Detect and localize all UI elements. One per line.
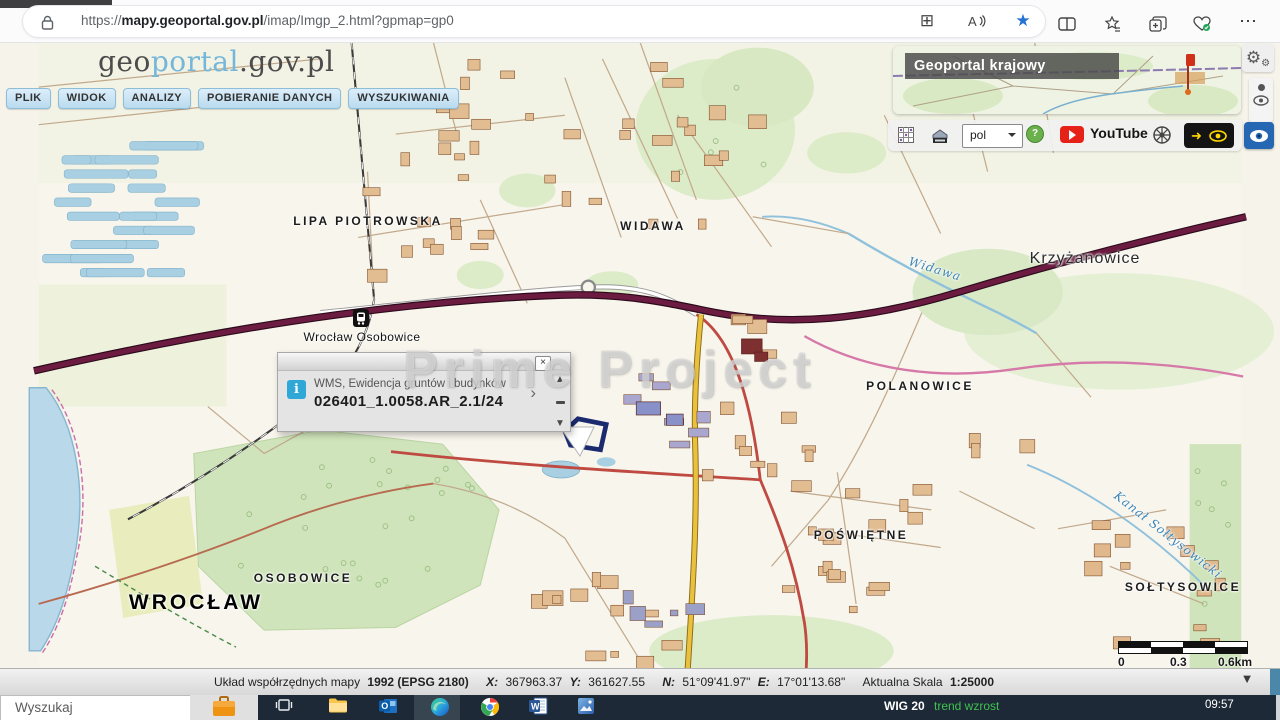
x-value: 367963.37 <box>506 675 563 689</box>
label-lipa-piotrowska: LIPA PIOTROWSKA <box>293 214 443 228</box>
yellow-arrow-icon: ➜ <box>1191 128 1202 144</box>
menu-widok[interactable]: WIDOK <box>58 88 116 109</box>
url-text[interactable]: https://mapy.geoportal.gov.pl/imap/Imgp_… <box>81 13 454 28</box>
menu-analizy[interactable]: ANALIZY <box>123 88 191 109</box>
tab-groups-icon[interactable] <box>1146 12 1170 36</box>
stock-index-name[interactable]: WIG 20 <box>884 699 925 713</box>
menu-plik[interactable]: PLIK <box>6 88 51 109</box>
split-screen-icon[interactable] <box>1055 12 1079 36</box>
crs-label: Układ współrzędnych mapy <box>214 675 360 689</box>
task-view-icon[interactable] <box>272 697 296 720</box>
y-label: Y: <box>570 675 581 689</box>
eye-icon <box>1249 129 1269 143</box>
language-value: pol <box>970 128 986 142</box>
e-value: 17°01'13.68" <box>777 675 845 689</box>
train-station-icon <box>353 309 369 327</box>
scale-label: Aktualna Skala <box>863 675 943 689</box>
e-label: E: <box>758 675 770 689</box>
logo-geo: geo <box>98 45 151 78</box>
outlook-icon[interactable]: O <box>376 697 400 720</box>
youtube-play-icon[interactable] <box>1060 126 1084 143</box>
label-widawa-town: WIDAWA <box>620 219 686 233</box>
status-corner-widget <box>1270 669 1280 696</box>
help-icon[interactable]: ? <box>1026 125 1044 143</box>
map-toolbar: pol ? YouTube ➜ <box>888 120 1242 151</box>
svg-text:W: W <box>531 702 540 712</box>
scale-bar: 0 0.3 0.6km <box>1118 641 1254 668</box>
logo-suffix: .gov.pl <box>239 45 334 78</box>
word-icon[interactable]: W <box>526 697 550 720</box>
menu-wyszukiwania[interactable]: WYSZUKIWANIA <box>348 88 458 109</box>
y-value: 361627.55 <box>588 675 645 689</box>
n-value: 51°09'41.97" <box>682 675 750 689</box>
show-desktop-button[interactable] <box>1276 695 1280 720</box>
label-polanowice: POLANOWICE <box>866 379 974 393</box>
status-text: Układ współrzędnych mapy 1992 (EPSG 2180… <box>214 675 994 689</box>
read-aloud-icon[interactable]: A <box>965 9 989 33</box>
lock-icon[interactable] <box>35 10 59 34</box>
yellow-eye-icon <box>1209 130 1227 142</box>
svg-text:O: O <box>381 701 388 711</box>
watermark: Prime Project <box>403 340 816 400</box>
map-composition-title[interactable]: Geoportal krajowy <box>905 53 1119 79</box>
url-host: mapy.geoportal.gov.pl <box>122 13 264 28</box>
scroll-thumb[interactable] <box>556 401 565 404</box>
info-icon: i <box>287 380 306 399</box>
url-scheme: https:// <box>81 13 122 28</box>
search-placeholder: Wyszukaj <box>15 700 73 715</box>
photos-icon[interactable] <box>574 697 598 720</box>
visibility-eye-button[interactable] <box>1244 122 1274 149</box>
label-osobowice: OSOBOWICE <box>254 571 353 585</box>
map-status-bar: Układ współrzędnych mapy 1992 (EPSG 2180… <box>0 668 1280 696</box>
scroll-down-icon[interactable]: ▼ <box>555 419 565 429</box>
windows-taskbar: Wyszukaj O W WIG 20 trend wzrost 09:57 <box>0 695 1280 720</box>
browser-more-icon[interactable]: ⋯ <box>1236 9 1260 33</box>
side-mini-toolbar <box>1249 78 1273 122</box>
edge-browser-icon[interactable] <box>428 697 452 720</box>
main-menu: PLIK WIDOK ANALIZY POBIERANIE DANYCH WYS… <box>6 88 459 109</box>
svg-text:A: A <box>968 14 977 28</box>
geoportal-logo[interactable]: geoportal.gov.pl <box>98 45 334 78</box>
gear-glyph: ⚙ <box>1246 48 1261 67</box>
small-eye-icon[interactable] <box>1253 95 1269 106</box>
collapse-panel-icon[interactable]: ▼ <box>1232 671 1262 689</box>
label-wroclaw: WROCŁAW <box>129 591 263 615</box>
language-select[interactable]: pol <box>962 124 1023 148</box>
file-explorer-icon[interactable] <box>326 697 350 720</box>
stock-trend-text[interactable]: trend wzrost <box>934 699 999 713</box>
scale-value: 1:25000 <box>950 675 994 689</box>
label-poswietne: POŚWIĘTNE <box>814 528 909 542</box>
x-label: X: <box>486 675 498 689</box>
youtube-label[interactable]: YouTube <box>1090 125 1148 141</box>
result-grid-icon[interactable] <box>898 127 914 143</box>
scale-tick-06km: 0.6km <box>1218 655 1252 669</box>
scale-tick-03: 0.3 <box>1170 655 1187 669</box>
label-krzyzanowice: Krzyżanowice <box>1030 250 1141 268</box>
briefcase-icon <box>211 695 237 717</box>
crs-value: 1992 (EPSG 2180) <box>367 675 468 689</box>
collections-icon[interactable] <box>1100 12 1124 36</box>
contrast-toggle[interactable]: ➜ <box>1184 123 1234 148</box>
chrome-icon[interactable] <box>478 697 502 720</box>
favorites-star-icon[interactable]: ★ <box>1011 9 1035 33</box>
label-soltysowice: SOŁTYSOWICE <box>1125 580 1241 594</box>
gear-icon[interactable]: ⚙⚙ <box>1242 44 1274 72</box>
scale-tick-0: 0 <box>1118 655 1125 669</box>
menu-pobieranie-danych[interactable]: POBIERANIE DANYCH <box>198 88 341 109</box>
layers-building-icon[interactable] <box>930 125 950 145</box>
wheel-icon[interactable] <box>1152 125 1172 145</box>
gear-small-glyph: ⚙ <box>1261 58 1270 69</box>
taskbar-clock[interactable]: 09:57 <box>1205 699 1234 711</box>
logo-portal: portal <box>151 45 239 78</box>
dot-icon[interactable] <box>1258 84 1265 91</box>
url-path: /imap/Imgp_2.html?gpmap=gp0 <box>264 13 454 28</box>
address-bar[interactable]: https://mapy.geoportal.gov.pl/imap/Imgp_… <box>22 5 1046 38</box>
n-label: N: <box>662 675 675 689</box>
taskbar-search-input[interactable]: Wyszukaj <box>0 695 192 720</box>
browser-essentials-icon[interactable] <box>1190 12 1214 36</box>
taskbar-app-briefcase[interactable] <box>190 695 258 720</box>
workspaces-icon[interactable]: ⊞ <box>915 9 939 33</box>
